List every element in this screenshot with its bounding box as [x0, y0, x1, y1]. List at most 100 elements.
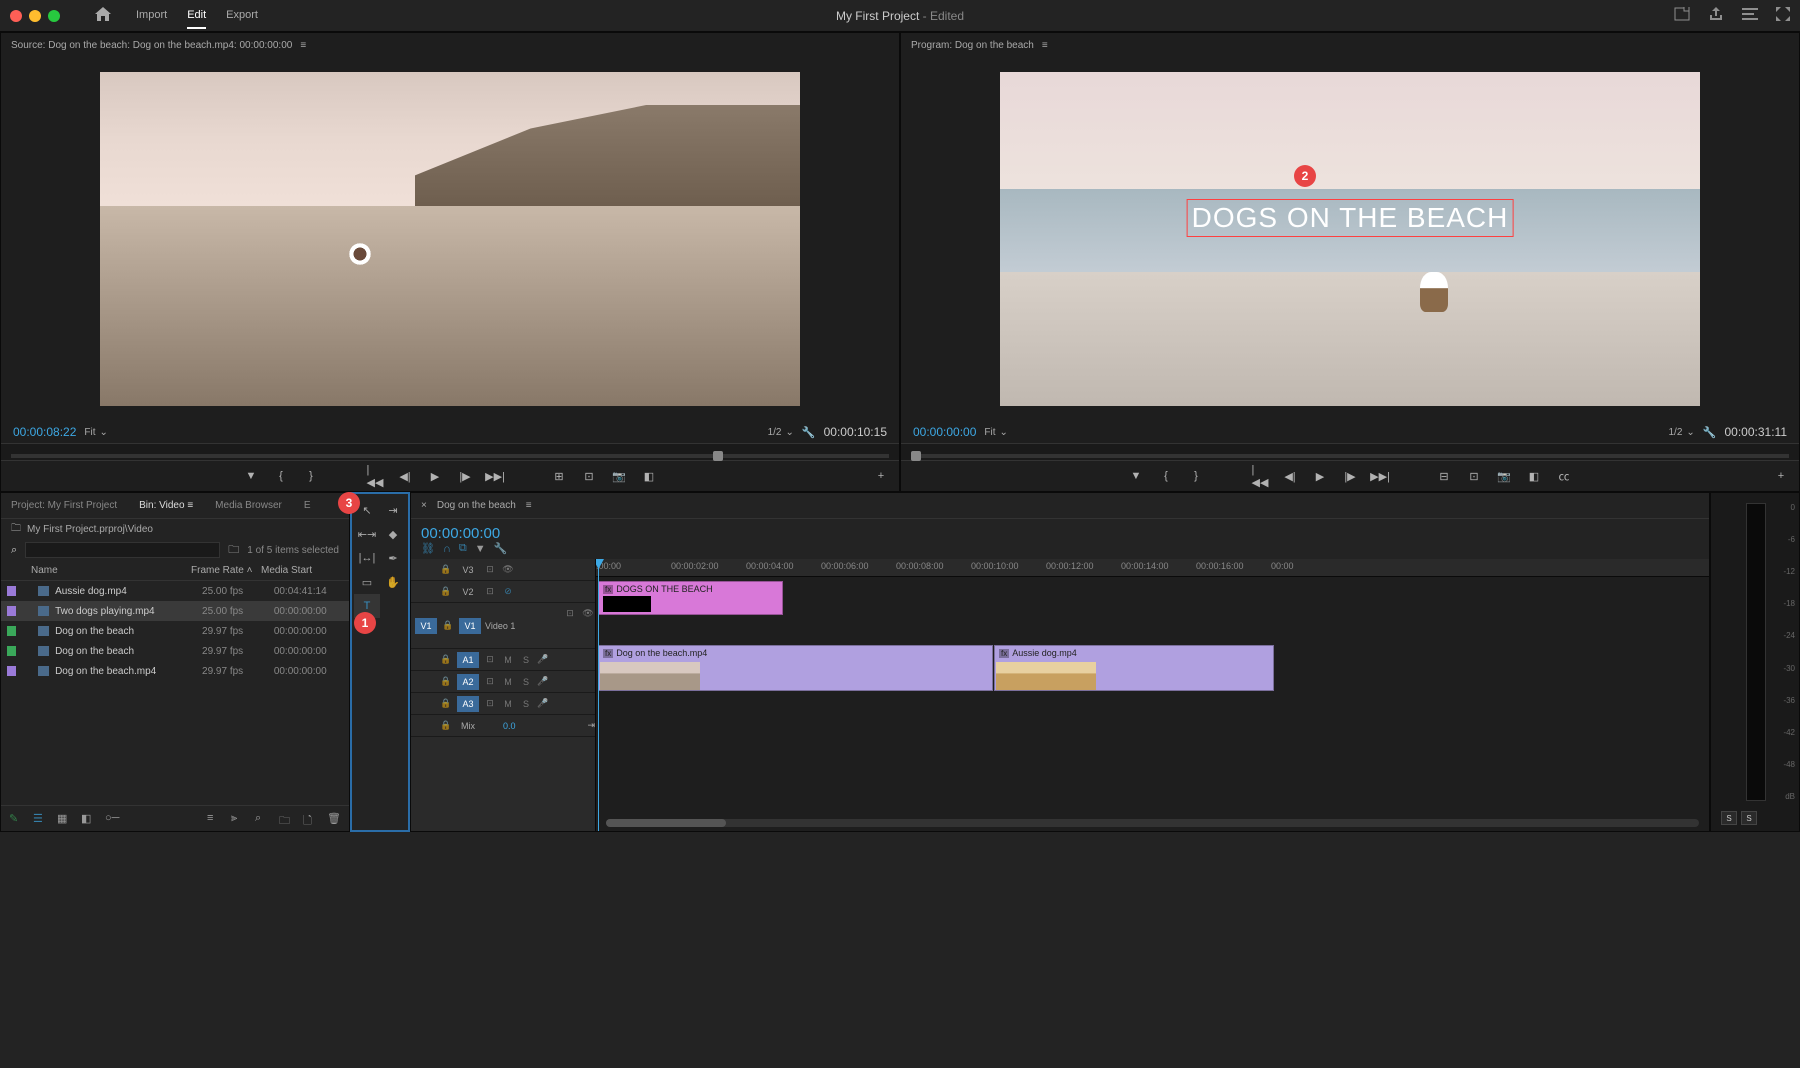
find-icon[interactable]: ⌕ [255, 812, 269, 826]
track-target-a2[interactable]: A2 [457, 674, 479, 690]
step-forward-icon[interactable]: |▶ [1342, 468, 1358, 484]
mark-in-icon[interactable]: { [1158, 468, 1174, 484]
toggle-output-icon[interactable]: ⊡ [483, 564, 497, 575]
tab-export[interactable]: Export [226, 3, 258, 29]
zoom-slider[interactable]: ○─ [105, 812, 119, 826]
toggle-output-icon[interactable]: ⊡ [483, 698, 497, 709]
lock-icon[interactable]: 🔒 [439, 676, 453, 687]
label-color[interactable] [7, 666, 16, 676]
tab-media-browser[interactable]: Media Browser [209, 496, 288, 515]
close-window[interactable] [10, 10, 22, 22]
fullscreen-icon[interactable] [1776, 7, 1790, 24]
table-row[interactable]: Two dogs playing.mp4 25.00 fps 00:00:00:… [1, 601, 349, 621]
mark-out-icon[interactable]: } [1188, 468, 1204, 484]
list-view-icon[interactable]: ☰ [33, 812, 47, 826]
panel-menu-icon[interactable]: ≡ [526, 500, 532, 511]
solo-icon[interactable]: S [519, 699, 533, 709]
snap-icon[interactable]: ∩ [443, 543, 451, 555]
title-text-overlay[interactable]: DOGS ON THE BEACH [1187, 199, 1514, 237]
panel-menu-icon[interactable]: ≡ [1042, 40, 1048, 51]
lock-icon[interactable]: 🔒 [439, 698, 453, 709]
program-view[interactable]: 2 DOGS ON THE BEACH [901, 57, 1799, 421]
mute-icon[interactable]: M [501, 655, 515, 665]
lock-icon[interactable]: 🔒 [439, 720, 453, 731]
track-a3-header[interactable]: 🔒 A3 ⊡ M S 🎤 [411, 693, 595, 715]
tracks-area[interactable]: fx DOGS ON THE BEACH fx Dog on the beach… [596, 577, 1709, 831]
close-tab-icon[interactable]: × [421, 500, 427, 511]
sequence-tab[interactable]: Dog on the beach [437, 500, 516, 511]
step-back-icon[interactable]: ◀| [397, 468, 413, 484]
solo-icon[interactable]: S [519, 655, 533, 665]
lift-icon[interactable]: ⊟ [1436, 468, 1452, 484]
step-forward-icon[interactable]: |▶ [457, 468, 473, 484]
toggle-output-icon[interactable]: ⊡ [563, 608, 577, 619]
track-v2-header[interactable]: 🔒 V2 ⊡ ⊘ [411, 581, 595, 603]
program-ruler[interactable] [901, 443, 1799, 461]
track-target-v1[interactable]: V1 [459, 618, 481, 634]
linked-selection-icon[interactable]: ⧉ [459, 542, 467, 555]
minimize-window[interactable] [29, 10, 41, 22]
expand-icon[interactable]: ⇥ [587, 720, 595, 731]
video-clip-1[interactable]: fx Dog on the beach.mp4 [598, 645, 993, 691]
solo-left[interactable]: S [1721, 811, 1737, 825]
new-item-icon[interactable]: 🗋 [303, 812, 317, 826]
voiceover-icon[interactable]: 🎤 [537, 676, 548, 687]
automate-icon[interactable]: ⫸ [231, 812, 245, 826]
mute-icon[interactable]: M [501, 699, 515, 709]
write-mode-icon[interactable]: ✎ [9, 812, 23, 826]
add-marker-icon[interactable]: ▼ [1128, 468, 1144, 484]
hand-tool[interactable]: ✋ [380, 570, 406, 594]
export-frame-icon[interactable]: 📷 [611, 468, 627, 484]
comparison-icon[interactable]: ◧ [641, 468, 657, 484]
panel-menu-icon[interactable]: ≡ [300, 40, 306, 51]
voiceover-icon[interactable]: 🎤 [537, 698, 548, 709]
eye-icon[interactable]: 👁 [581, 608, 595, 619]
overwrite-icon[interactable]: ⊡ [581, 468, 597, 484]
source-fit-select[interactable]: Fit ⌄ [84, 427, 108, 438]
icon-view-icon[interactable]: ▦ [57, 812, 71, 826]
delete-icon[interactable]: 🗑 [327, 812, 341, 826]
source-ruler[interactable] [1, 443, 899, 461]
track-select-tool[interactable]: ⇥ [380, 498, 406, 522]
go-to-in-icon[interactable]: |◀◀ [367, 468, 383, 484]
track-v1-header[interactable]: V1 🔒 V1 Video 1 ⊡ 👁 [411, 603, 595, 649]
breadcrumb[interactable]: 🗀 My First Project.prproj\Video [1, 519, 349, 539]
track-target-a3[interactable]: A3 [457, 696, 479, 712]
toggle-output-icon[interactable]: ⊡ [483, 676, 497, 687]
go-to-out-icon[interactable]: ▶▶| [1372, 468, 1388, 484]
add-marker-icon[interactable]: ▼ [243, 468, 259, 484]
col-name[interactable]: Name [31, 565, 191, 576]
mark-in-icon[interactable]: { [273, 468, 289, 484]
eye-icon[interactable]: 👁 [501, 564, 515, 575]
nest-icon[interactable]: ⛓ [421, 542, 435, 555]
voiceover-icon[interactable]: 🎤 [537, 654, 548, 665]
lock-icon[interactable]: 🔒 [439, 654, 453, 665]
search-input[interactable] [25, 542, 220, 558]
play-icon[interactable]: ▶ [427, 468, 443, 484]
rectangle-tool[interactable]: ▭ [354, 570, 380, 594]
program-fit-select[interactable]: Fit ⌄ [984, 427, 1008, 438]
track-a2-header[interactable]: 🔒 A2 ⊡ M S 🎤 [411, 671, 595, 693]
source-patch-v1[interactable]: V1 [415, 618, 437, 634]
table-row[interactable]: Dog on the beach.mp4 29.97 fps 00:00:00:… [1, 661, 349, 681]
timeline-zoom-scrollbar[interactable] [606, 819, 1699, 827]
mute-icon[interactable]: M [501, 677, 515, 687]
lock-icon[interactable]: 🔒 [439, 564, 453, 575]
col-framerate[interactable]: Frame Rate ˄ [191, 565, 261, 576]
lock-icon[interactable]: 🔒 [441, 620, 455, 631]
settings-icon[interactable]: 🔧 [494, 542, 508, 555]
source-view[interactable] [1, 57, 899, 421]
label-color[interactable] [7, 586, 16, 596]
wrench-icon[interactable]: 🔧 [1703, 426, 1717, 439]
export-frame-icon[interactable]: 📷 [1496, 468, 1512, 484]
graphic-clip[interactable]: fx DOGS ON THE BEACH [598, 581, 783, 615]
timeline-timecode[interactable]: 00:00:00:00 [421, 525, 500, 542]
playhead[interactable] [598, 559, 599, 831]
table-row[interactable]: Aussie dog.mp4 25.00 fps 00:04:41:14 [1, 581, 349, 601]
tab-project[interactable]: Project: My First Project [5, 496, 123, 515]
pen-tool[interactable]: ✒ [380, 546, 406, 570]
track-target-a1[interactable]: A1 [457, 652, 479, 668]
label-color[interactable] [7, 626, 16, 636]
tab-bin[interactable]: Bin: Video ≡ [133, 496, 199, 515]
slip-tool[interactable]: |↔| [354, 546, 380, 570]
